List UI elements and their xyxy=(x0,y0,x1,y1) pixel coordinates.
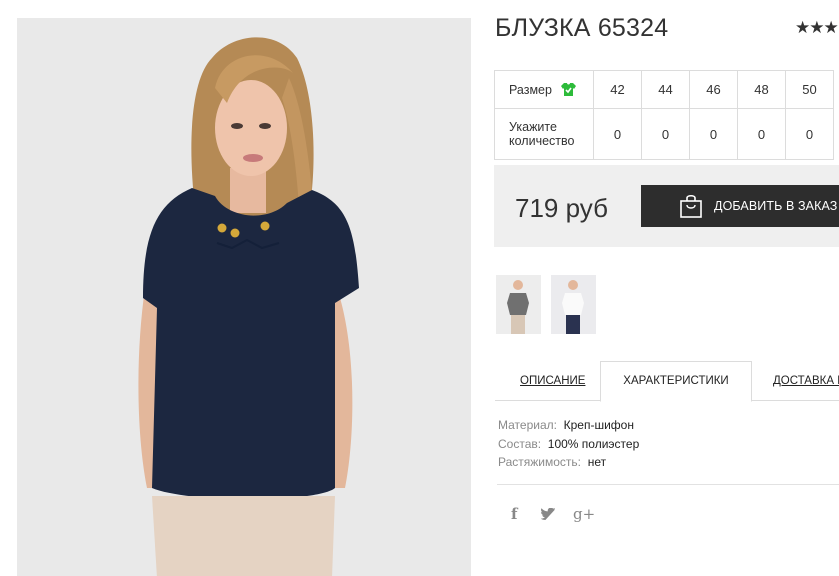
characteristic-key: Состав: xyxy=(498,436,542,451)
size-42: 42 xyxy=(593,70,642,109)
characteristic-value: нет xyxy=(587,455,607,469)
main-product-image[interactable] xyxy=(17,18,471,576)
size-table: Размер 42 44 46 48 50 Укажите количество… xyxy=(494,70,834,160)
characteristics-list: Материал: Креп-шифон Состав: 100% полиэс… xyxy=(498,416,639,472)
tab-delivery[interactable]: ДОСТАВКА И xyxy=(773,375,839,387)
size-44: 44 xyxy=(641,70,690,109)
characteristic-row: Состав: 100% полиэстер xyxy=(498,435,639,454)
size-label: Размер xyxy=(509,82,552,97)
google-plus-icon[interactable]: g+ xyxy=(573,505,595,523)
characteristic-value: 100% полиэстер xyxy=(547,436,640,451)
thumbnail-dark-blouse[interactable] xyxy=(496,275,541,334)
characteristic-key: Растяжимость: xyxy=(498,455,582,469)
twitter-icon[interactable] xyxy=(541,508,555,520)
characteristic-row: Материал: Креп-шифон xyxy=(498,416,639,435)
quantity-input-48[interactable]: 0 xyxy=(737,108,786,160)
shirt-icon[interactable] xyxy=(560,82,577,97)
size-48: 48 xyxy=(737,70,786,109)
size-label-cell: Размер xyxy=(494,70,594,109)
characteristic-row: Растяжимость: нет xyxy=(498,453,639,472)
add-to-order-label: ДОБАВИТЬ В ЗАКАЗ xyxy=(714,199,838,213)
price-panel: 719 руб ДОБАВИТЬ В ЗАКАЗ xyxy=(494,165,839,247)
quantity-input-42[interactable]: 0 xyxy=(593,108,642,160)
thumbnail-white-blouse[interactable] xyxy=(551,275,596,334)
add-to-order-button[interactable]: ДОБАВИТЬ В ЗАКАЗ xyxy=(641,185,839,227)
product-title: БЛУЗКА 65324 xyxy=(495,14,669,42)
shopping-bag-icon xyxy=(680,194,702,218)
characteristic-value: Креп-шифон xyxy=(563,418,634,432)
size-46: 46 xyxy=(689,70,738,109)
tab-characteristics[interactable]: ХАРАКТЕРИСТИКИ xyxy=(600,361,752,402)
tab-description[interactable]: ОПИСАНИЕ xyxy=(520,375,585,387)
quantity-input-50[interactable]: 0 xyxy=(785,108,834,160)
product-price: 719 руб xyxy=(515,193,608,223)
quantity-label: Укажите количество xyxy=(494,108,594,160)
facebook-icon[interactable]: f xyxy=(511,505,517,523)
quantity-input-44[interactable]: 0 xyxy=(641,108,690,160)
characteristic-key: Материал: xyxy=(498,418,557,432)
divider xyxy=(497,484,839,485)
rating-stars[interactable]: ★★★ xyxy=(795,18,839,38)
quantity-input-46[interactable]: 0 xyxy=(689,108,738,160)
size-50: 50 xyxy=(785,70,834,109)
